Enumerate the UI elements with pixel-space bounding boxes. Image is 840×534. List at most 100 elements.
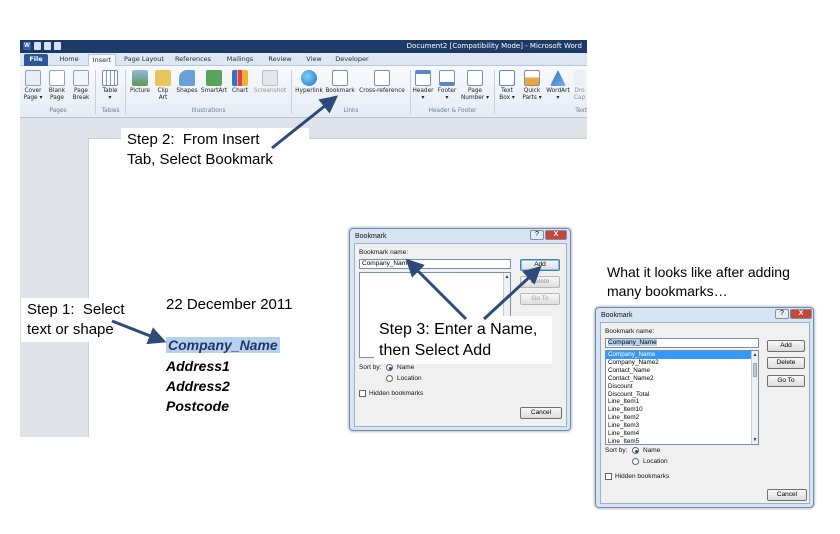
list-item[interactable]: Line_Item10 — [606, 406, 758, 414]
smartart-button[interactable]: SmartArt — [200, 70, 228, 95]
hidden-bookmarks-label: Hidden bookmarks — [369, 390, 424, 397]
sort-by-label: Sort by: — [605, 447, 628, 454]
list-item[interactable]: Line_Item4 — [606, 430, 758, 438]
scroll-up-icon[interactable]: ▲ — [752, 352, 758, 358]
document-line-address2[interactable]: Address2 — [166, 378, 230, 394]
group-tables-label: Tables — [101, 108, 120, 114]
quick-parts-button[interactable]: Quick Parts ▾ — [520, 70, 544, 101]
table-button[interactable]: Table ▾ — [99, 70, 121, 101]
list-item[interactable]: Line_Item2 — [606, 414, 758, 422]
add-button[interactable]: Add — [767, 340, 805, 352]
footer-button[interactable]: Footer ▾ — [436, 70, 458, 101]
sort-name-label: Name — [643, 447, 661, 454]
bookmark-label: Bookmark — [325, 88, 355, 94]
ribbon-tabs: File Home Insert Page Layout References … — [20, 53, 587, 66]
header-button[interactable]: Header ▾ — [412, 70, 434, 101]
list-item[interactable]: Line_Item3 — [606, 422, 758, 430]
window-title: Document2 [Compatibility Mode] - Microso… — [406, 42, 582, 50]
tab-insert[interactable]: Insert — [88, 54, 116, 66]
text-box-button[interactable]: Text Box ▾ — [497, 70, 517, 101]
globe-icon — [301, 70, 317, 86]
document-line-postcode[interactable]: Postcode — [166, 398, 229, 414]
group-links-label: Links — [343, 108, 359, 114]
chart-button[interactable]: Chart — [229, 70, 251, 95]
cross-reference-button[interactable]: Cross-reference — [357, 70, 407, 95]
wordart-icon — [550, 70, 566, 86]
tab-review[interactable]: Review — [265, 54, 295, 66]
drop-cap-label: Dro Cap — [573, 88, 586, 101]
screenshot-button[interactable]: Screenshot — [252, 70, 288, 95]
sort-location-radio[interactable] — [632, 458, 639, 465]
tab-references[interactable]: References — [173, 54, 213, 66]
close-button[interactable]: X — [790, 309, 812, 319]
bookmark-name-input[interactable]: Company_Name — [605, 338, 759, 348]
delete-button[interactable]: Delete — [767, 357, 805, 369]
tab-home[interactable]: Home — [56, 54, 82, 66]
sort-name-radio[interactable] — [632, 447, 639, 454]
go-to-button[interactable]: Go To — [767, 375, 805, 387]
list-item[interactable]: Company_Name — [606, 351, 758, 359]
list-item[interactable]: Contact_Name — [606, 367, 758, 375]
page-number-button[interactable]: Page Number ▾ — [460, 70, 490, 101]
list-item[interactable]: Line_Item1 — [606, 398, 758, 406]
callout-after: What it looks like after adding many boo… — [602, 262, 834, 302]
clip-art-icon — [155, 70, 171, 86]
document-date[interactable]: 22 December 2011 — [166, 296, 292, 313]
bookmark-name-input[interactable]: Company_Name — [359, 259, 511, 269]
quick-access-toolbar: W — [23, 42, 61, 50]
sort-location-label: Location — [397, 375, 422, 382]
redo-icon[interactable] — [54, 42, 61, 50]
close-button[interactable]: X — [545, 230, 567, 240]
callout-step3: Step 3: Enter a Name, then Select Add — [374, 316, 552, 364]
drop-cap-button[interactable]: Dro Cap — [572, 70, 587, 101]
blank-page-button[interactable]: Blank Page — [46, 70, 68, 101]
go-to-button[interactable]: Go To — [520, 293, 560, 305]
document-line-company[interactable]: Company_Name — [166, 337, 280, 353]
group-text-label: Text — [575, 108, 587, 114]
hidden-bookmarks-checkbox[interactable] — [605, 473, 612, 480]
cancel-button[interactable]: Cancel — [520, 407, 562, 419]
scroll-down-icon[interactable]: ▼ — [752, 437, 758, 443]
text-box-label: Text Box ▾ — [499, 88, 515, 101]
sort-name-radio[interactable] — [386, 364, 393, 371]
tab-mailings[interactable]: Mailings — [223, 54, 257, 66]
add-button[interactable]: Add — [520, 259, 560, 271]
list-item[interactable]: Contact_Name2 — [606, 375, 758, 383]
tab-view[interactable]: View — [302, 54, 326, 66]
delete-button[interactable]: Delete — [520, 276, 560, 288]
help-button[interactable]: ? — [775, 309, 789, 319]
bookmark-list-scrollbar[interactable]: ▲ ▼ — [751, 351, 758, 444]
tab-file[interactable]: File — [24, 54, 48, 66]
wordart-button[interactable]: WordArt ▾ — [546, 70, 570, 101]
list-item[interactable]: Discount — [606, 383, 758, 391]
clip-art-button[interactable]: Clip Art — [154, 70, 172, 101]
bookmark-button[interactable]: Bookmark — [325, 70, 355, 95]
page-break-button[interactable]: Page Break — [70, 70, 92, 101]
selected-text[interactable]: Company_Name — [166, 337, 280, 353]
bookmark-list[interactable]: Company_Name Company_Name2 Contact_Name Con… — [605, 350, 759, 445]
sort-location-radio[interactable] — [386, 375, 393, 382]
cover-page-button[interactable]: Cover Page ▾ — [22, 70, 44, 101]
page-break-label: Page Break — [72, 88, 90, 101]
word-logo-icon[interactable]: W — [23, 42, 31, 50]
bookmark-dialog-after: Bookmark ? X Bookmark name: Company_Name… — [595, 307, 814, 508]
cancel-button[interactable]: Cancel — [767, 489, 807, 501]
picture-button[interactable]: Picture — [128, 70, 152, 95]
tab-developer[interactable]: Developer — [333, 54, 371, 66]
hyperlink-button[interactable]: Hyperlink — [294, 70, 324, 95]
header-icon — [415, 70, 431, 86]
help-button[interactable]: ? — [530, 230, 544, 240]
list-item[interactable]: Company_Name2 — [606, 359, 758, 367]
undo-icon[interactable] — [44, 42, 51, 50]
shapes-button[interactable]: Shapes — [175, 70, 199, 95]
tab-page-layout[interactable]: Page Layout — [124, 54, 164, 66]
document-line-address1[interactable]: Address1 — [166, 358, 230, 374]
scroll-up-icon[interactable]: ▲ — [504, 274, 510, 280]
scroll-thumb[interactable] — [753, 363, 757, 377]
list-item[interactable]: Line_Item5 — [606, 438, 758, 444]
list-item[interactable]: Discount_Total — [606, 391, 758, 399]
save-icon[interactable] — [34, 42, 41, 50]
picture-label: Picture — [130, 88, 150, 94]
shapes-label: Shapes — [176, 88, 198, 94]
hidden-bookmarks-checkbox[interactable] — [359, 390, 366, 397]
